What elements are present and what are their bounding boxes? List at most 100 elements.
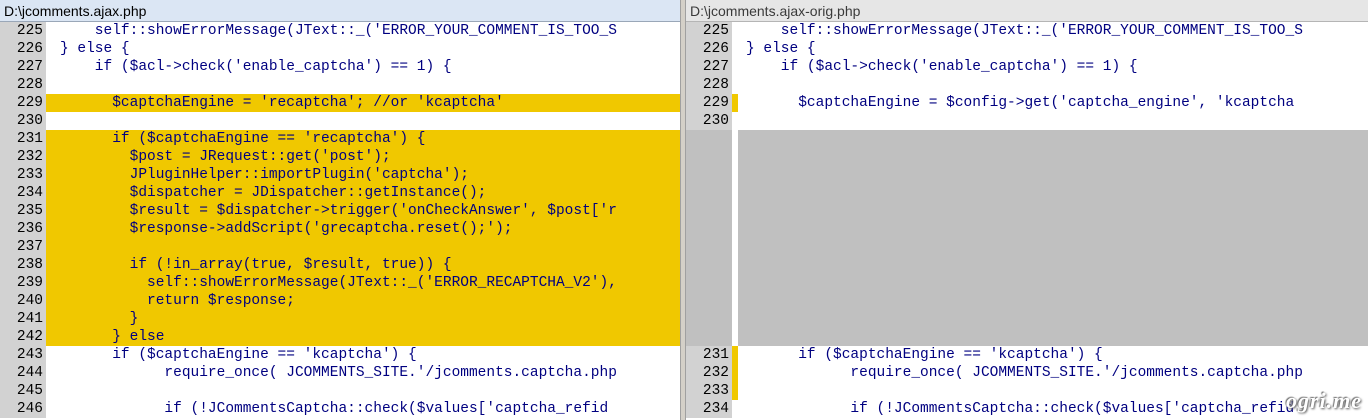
code-line[interactable] [686,220,1368,238]
line-number: 234 [686,400,732,418]
code-line[interactable]: 235 $result = $dispatcher->trigger('onCh… [0,202,680,220]
code-text[interactable]: } else { [52,40,680,58]
code-line[interactable]: 233 [686,382,1368,400]
code-line[interactable]: 243 if ($captchaEngine == 'kcaptcha') { [0,346,680,364]
code-text[interactable]: self::showErrorMessage(JText::_('ERROR_Y… [738,22,1368,40]
code-text[interactable]: if (!JCommentsCaptcha::check($values['ca… [738,400,1368,418]
code-line[interactable] [686,328,1368,346]
code-line[interactable]: 232 $post = JRequest::get('post'); [0,148,680,166]
code-line[interactable]: 225 self::showErrorMessage(JText::_('ERR… [0,22,680,40]
code-line[interactable]: 234 $dispatcher = JDispatcher::getInstan… [0,184,680,202]
code-line[interactable]: 241 } [0,310,680,328]
line-number: 225 [0,22,46,40]
code-line[interactable]: 237 [0,238,680,256]
code-text[interactable] [52,382,680,400]
code-text[interactable] [738,292,1368,310]
code-text[interactable]: } [52,310,680,328]
code-text[interactable]: $post = JRequest::get('post'); [52,148,680,166]
code-text[interactable] [738,328,1368,346]
code-line[interactable]: 231 if ($captchaEngine == 'recaptcha') { [0,130,680,148]
code-text[interactable]: return $response; [52,292,680,310]
code-line[interactable] [686,130,1368,148]
code-text[interactable] [738,148,1368,166]
code-text[interactable]: self::showErrorMessage(JText::_('ERROR_R… [52,274,680,292]
code-text[interactable] [52,76,680,94]
code-line[interactable]: 226} else { [0,40,680,58]
line-number [686,148,732,166]
code-line[interactable]: 246 if (!JCommentsCaptcha::check($values… [0,400,680,418]
code-text[interactable]: $result = $dispatcher->trigger('onCheckA… [52,202,680,220]
code-text[interactable]: JPluginHelper::importPlugin('captcha'); [52,166,680,184]
code-line[interactable]: 229 $captchaEngine = $config->get('captc… [686,94,1368,112]
code-line[interactable]: 242 } else [0,328,680,346]
code-text[interactable] [738,382,1368,400]
code-text[interactable]: require_once( JCOMMENTS_SITE.'/jcomments… [52,364,680,382]
right-file-title: D:\jcomments.ajax-orig.php [686,0,1368,22]
left-diff-pane[interactable]: D:\jcomments.ajax.php 225 self::showErro… [0,0,680,420]
line-number: 229 [686,94,732,112]
code-line[interactable] [686,184,1368,202]
code-text[interactable] [738,220,1368,238]
code-line[interactable]: 244 require_once( JCOMMENTS_SITE.'/jcomm… [0,364,680,382]
code-line[interactable] [686,202,1368,220]
code-line[interactable]: 231 if ($captchaEngine == 'kcaptcha') { [686,346,1368,364]
code-line[interactable] [686,238,1368,256]
code-text[interactable] [738,112,1368,130]
code-text[interactable] [738,310,1368,328]
code-text[interactable]: $response->addScript('grecaptcha.reset()… [52,220,680,238]
code-text[interactable] [738,76,1368,94]
code-text[interactable] [738,274,1368,292]
code-text[interactable]: if (!in_array(true, $result, true)) { [52,256,680,274]
line-number: 244 [0,364,46,382]
code-text[interactable]: $captchaEngine = $config->get('captcha_e… [738,94,1368,112]
code-line[interactable] [686,310,1368,328]
code-text[interactable] [738,184,1368,202]
code-text[interactable] [738,202,1368,220]
code-line[interactable]: 229 $captchaEngine = 'recaptcha'; //or '… [0,94,680,112]
code-text[interactable]: } else { [738,40,1368,58]
code-text[interactable]: require_once( JCOMMENTS_SITE.'/jcomments… [738,364,1368,382]
code-line[interactable]: 236 $response->addScript('grecaptcha.res… [0,220,680,238]
code-line[interactable]: 228 [686,76,1368,94]
code-line[interactable]: 226} else { [686,40,1368,58]
code-text[interactable] [52,238,680,256]
code-text[interactable] [738,256,1368,274]
code-line[interactable]: 225 self::showErrorMessage(JText::_('ERR… [686,22,1368,40]
line-number: 229 [0,94,46,112]
code-line[interactable]: 230 [686,112,1368,130]
code-text[interactable] [52,112,680,130]
code-text[interactable]: $dispatcher = JDispatcher::getInstance()… [52,184,680,202]
code-line[interactable] [686,274,1368,292]
code-text[interactable]: } else [52,328,680,346]
code-line[interactable]: 228 [0,76,680,94]
right-code-lines[interactable]: 225 self::showErrorMessage(JText::_('ERR… [686,22,1368,420]
code-text[interactable] [738,238,1368,256]
code-line[interactable]: 234 if (!JCommentsCaptcha::check($values… [686,400,1368,418]
code-line[interactable]: 227 if ($acl->check('enable_captcha') ==… [686,58,1368,76]
left-code-lines[interactable]: 225 self::showErrorMessage(JText::_('ERR… [0,22,680,420]
code-line[interactable] [686,292,1368,310]
code-line[interactable]: 233 JPluginHelper::importPlugin('captcha… [0,166,680,184]
code-text[interactable] [738,130,1368,148]
code-line[interactable]: 230 [0,112,680,130]
code-text[interactable]: self::showErrorMessage(JText::_('ERROR_Y… [52,22,680,40]
code-text[interactable]: if (!JCommentsCaptcha::check($values['ca… [52,400,680,418]
code-line[interactable]: 227 if ($acl->check('enable_captcha') ==… [0,58,680,76]
code-text[interactable]: if ($acl->check('enable_captcha') == 1) … [52,58,680,76]
code-line[interactable]: 239 self::showErrorMessage(JText::_('ERR… [0,274,680,292]
code-text[interactable] [738,166,1368,184]
line-number: 231 [686,346,732,364]
right-diff-pane[interactable]: D:\jcomments.ajax-orig.php 225 self::sho… [686,0,1368,420]
code-text[interactable]: if ($captchaEngine == 'kcaptcha') { [52,346,680,364]
code-line[interactable] [686,166,1368,184]
code-text[interactable]: if ($acl->check('enable_captcha') == 1) … [738,58,1368,76]
code-line[interactable] [686,148,1368,166]
code-line[interactable]: 232 require_once( JCOMMENTS_SITE.'/jcomm… [686,364,1368,382]
code-line[interactable] [686,256,1368,274]
code-text[interactable]: if ($captchaEngine == 'recaptcha') { [52,130,680,148]
code-line[interactable]: 238 if (!in_array(true, $result, true)) … [0,256,680,274]
code-text[interactable]: $captchaEngine = 'recaptcha'; //or 'kcap… [52,94,680,112]
code-line[interactable]: 240 return $response; [0,292,680,310]
code-line[interactable]: 245 [0,382,680,400]
code-text[interactable]: if ($captchaEngine == 'kcaptcha') { [738,346,1368,364]
